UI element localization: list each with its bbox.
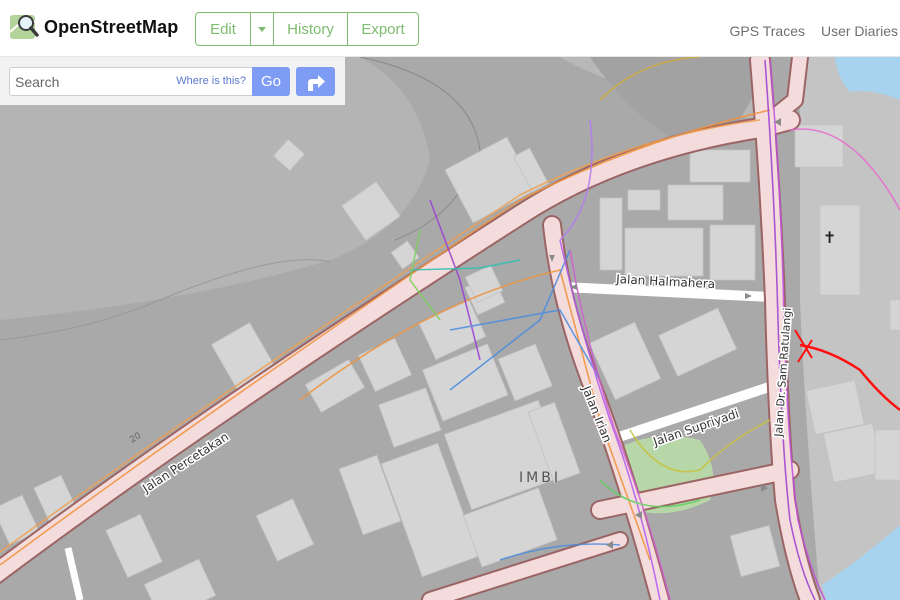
building (874, 429, 900, 481)
building (889, 299, 900, 331)
osm-logo-icon (9, 15, 39, 39)
search-panel: Where is this? Go (0, 57, 345, 105)
brand-name: OpenStreetMap (44, 16, 179, 37)
building (599, 197, 623, 271)
history-button[interactable]: History (274, 13, 348, 45)
building (627, 189, 661, 211)
user-diaries-link[interactable]: User Diaries (821, 23, 898, 39)
building (822, 422, 884, 484)
search-box: Where is this? (9, 67, 252, 96)
gps-traces-link[interactable]: GPS Traces (730, 23, 805, 39)
building (667, 184, 724, 221)
label-area-imbi: IMBI (519, 470, 561, 486)
where-is-this-link[interactable]: Where is this? (176, 75, 246, 87)
logo[interactable]: OpenStreetMap (9, 12, 178, 42)
header-right-links: GPS Traces User Diaries (730, 23, 898, 39)
export-button[interactable]: Export (348, 13, 418, 45)
building (689, 149, 751, 183)
directions-button[interactable] (296, 67, 335, 96)
building (624, 227, 704, 277)
edit-dropdown-button[interactable] (251, 13, 274, 45)
caret-down-icon (258, 26, 266, 32)
go-button[interactable]: Go (252, 67, 290, 96)
search-input[interactable] (10, 68, 185, 95)
directions-icon (307, 74, 325, 91)
top-header: OpenStreetMap Edit History Export GPS Tr… (0, 0, 900, 57)
building (819, 204, 861, 296)
building (709, 224, 756, 281)
church-icon: ✝ (823, 228, 836, 247)
edit-history-export-group: Edit History Export (195, 12, 419, 46)
edit-button[interactable]: Edit (196, 13, 251, 45)
